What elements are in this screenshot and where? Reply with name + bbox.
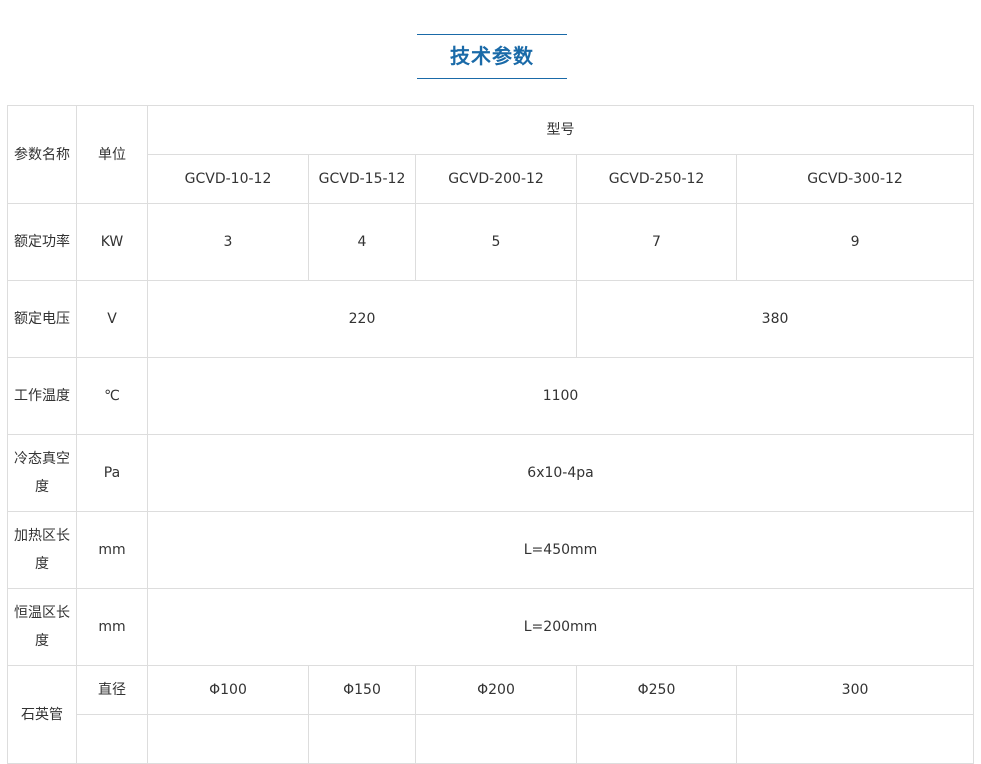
header-row-1: 参数名称 单位 型号	[7, 105, 975, 204]
param-name-cell: 加热区长度	[7, 511, 77, 589]
value-cell	[415, 714, 577, 764]
value-cell: 7	[576, 203, 737, 281]
value-cell: Φ250	[576, 665, 737, 715]
spec-table: 参数名称 单位 型号 GCVD-10-12 GCVD-15-12 GCVD-20…	[7, 105, 975, 764]
value-cell	[576, 714, 737, 764]
value-cell: L=450mm	[146, 511, 975, 589]
value-cell: 6x10-4pa	[146, 434, 975, 512]
table-row-vacuum: 冷态真空度 Pa 6x10-4pa	[7, 434, 975, 512]
table-row-temp: 工作温度 ℃ 1100	[7, 357, 975, 435]
model-cell: GCVD-200-12	[415, 154, 577, 204]
unit-cell	[76, 714, 148, 764]
param-name-cell: 额定电压	[7, 280, 77, 358]
value-cell	[735, 714, 975, 764]
model-cell: GCVD-300-12	[735, 154, 975, 204]
table-row-voltage: 额定电压 V 220 380	[7, 280, 975, 358]
param-name-cell: 恒温区长度	[7, 588, 77, 666]
model-cell: GCVD-10-12	[147, 154, 309, 204]
param-name-cell: 额定功率	[7, 203, 77, 281]
value-cell: 5	[415, 203, 577, 281]
value-cell: 220	[147, 280, 577, 358]
value-cell: L=200mm	[146, 588, 975, 666]
header-row-2: GCVD-10-12 GCVD-15-12 GCVD-200-12 GCVD-2…	[8, 154, 975, 204]
header-model: 型号	[146, 105, 975, 155]
table-row-power: 额定功率 KW 3 4 5 7 9	[7, 203, 975, 281]
value-cell: 9	[735, 203, 975, 281]
param-name-cell: 工作温度	[7, 357, 77, 435]
section-title: 技术参数	[450, 44, 534, 68]
value-cell: 1100	[146, 357, 975, 435]
param-name-cell: 石英管	[7, 665, 77, 764]
value-cell: 380	[575, 280, 975, 358]
value-cell: 3	[147, 203, 309, 281]
section-title-box: 技术参数	[417, 34, 567, 79]
unit-cell: mm	[76, 511, 148, 589]
unit-cell: V	[76, 280, 148, 358]
value-cell	[308, 714, 416, 764]
unit-cell: Pa	[76, 434, 148, 512]
value-cell: 4	[308, 203, 416, 281]
unit-cell: mm	[76, 588, 148, 666]
model-cell: GCVD-250-12	[576, 154, 737, 204]
value-cell: 300	[735, 665, 975, 715]
value-cell	[147, 714, 309, 764]
unit-cell: 直径	[76, 665, 148, 715]
table-row-const-length: 恒温区长度 mm L=200mm	[7, 588, 975, 666]
table-row-tube: 石英管 直径 Φ100 Φ150 Φ200 Φ250 300	[7, 665, 975, 764]
value-cell: Φ100	[147, 665, 309, 715]
value-cell: Φ200	[415, 665, 577, 715]
table-row-tube-next	[8, 714, 975, 764]
header-unit: 单位	[76, 105, 148, 204]
unit-cell: ℃	[76, 357, 148, 435]
unit-cell: KW	[76, 203, 148, 281]
header-param-name: 参数名称	[7, 105, 77, 204]
value-cell: Φ150	[308, 665, 416, 715]
table-row-heat-length: 加热区长度 mm L=450mm	[7, 511, 975, 589]
model-cell: GCVD-15-12	[308, 154, 416, 204]
param-name-cell: 冷态真空度	[7, 434, 77, 512]
